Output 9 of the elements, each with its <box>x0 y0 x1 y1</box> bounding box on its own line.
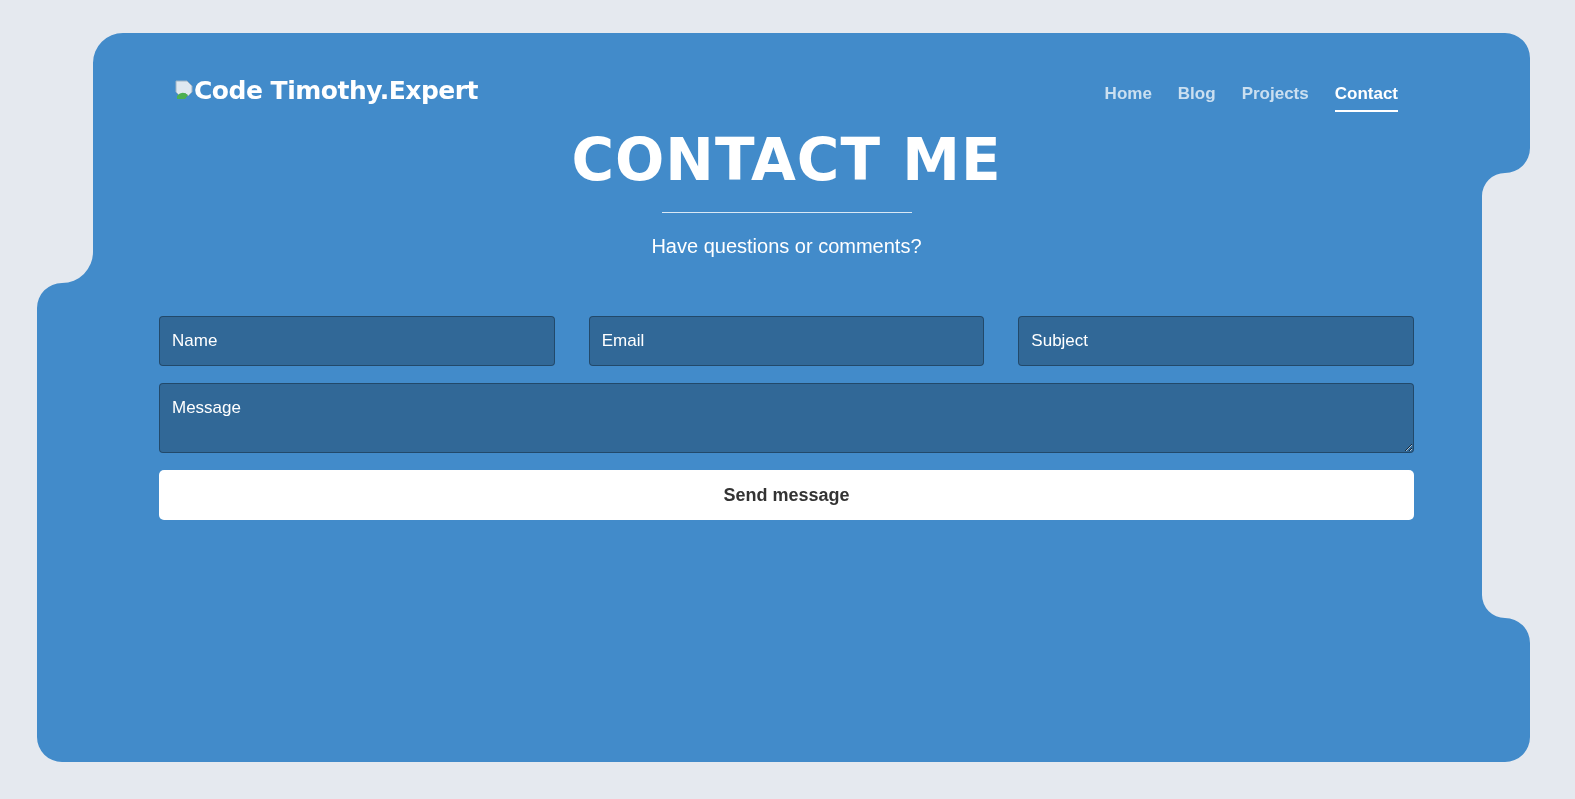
nav-link[interactable]: Home <box>1104 78 1152 112</box>
page-title: CONTACT ME <box>570 125 1003 196</box>
subtitle: Have questions or comments? <box>650 235 923 258</box>
broken-image-icon <box>175 80 193 100</box>
nav-link[interactable]: Contact <box>1334 78 1398 112</box>
nav-link[interactable]: Blog <box>1177 78 1216 112</box>
logo-link[interactable]: Code Timothy.Expert <box>175 75 478 105</box>
send-button[interactable]: Send message <box>159 470 1414 520</box>
nav-link[interactable]: Projects <box>1241 78 1309 112</box>
